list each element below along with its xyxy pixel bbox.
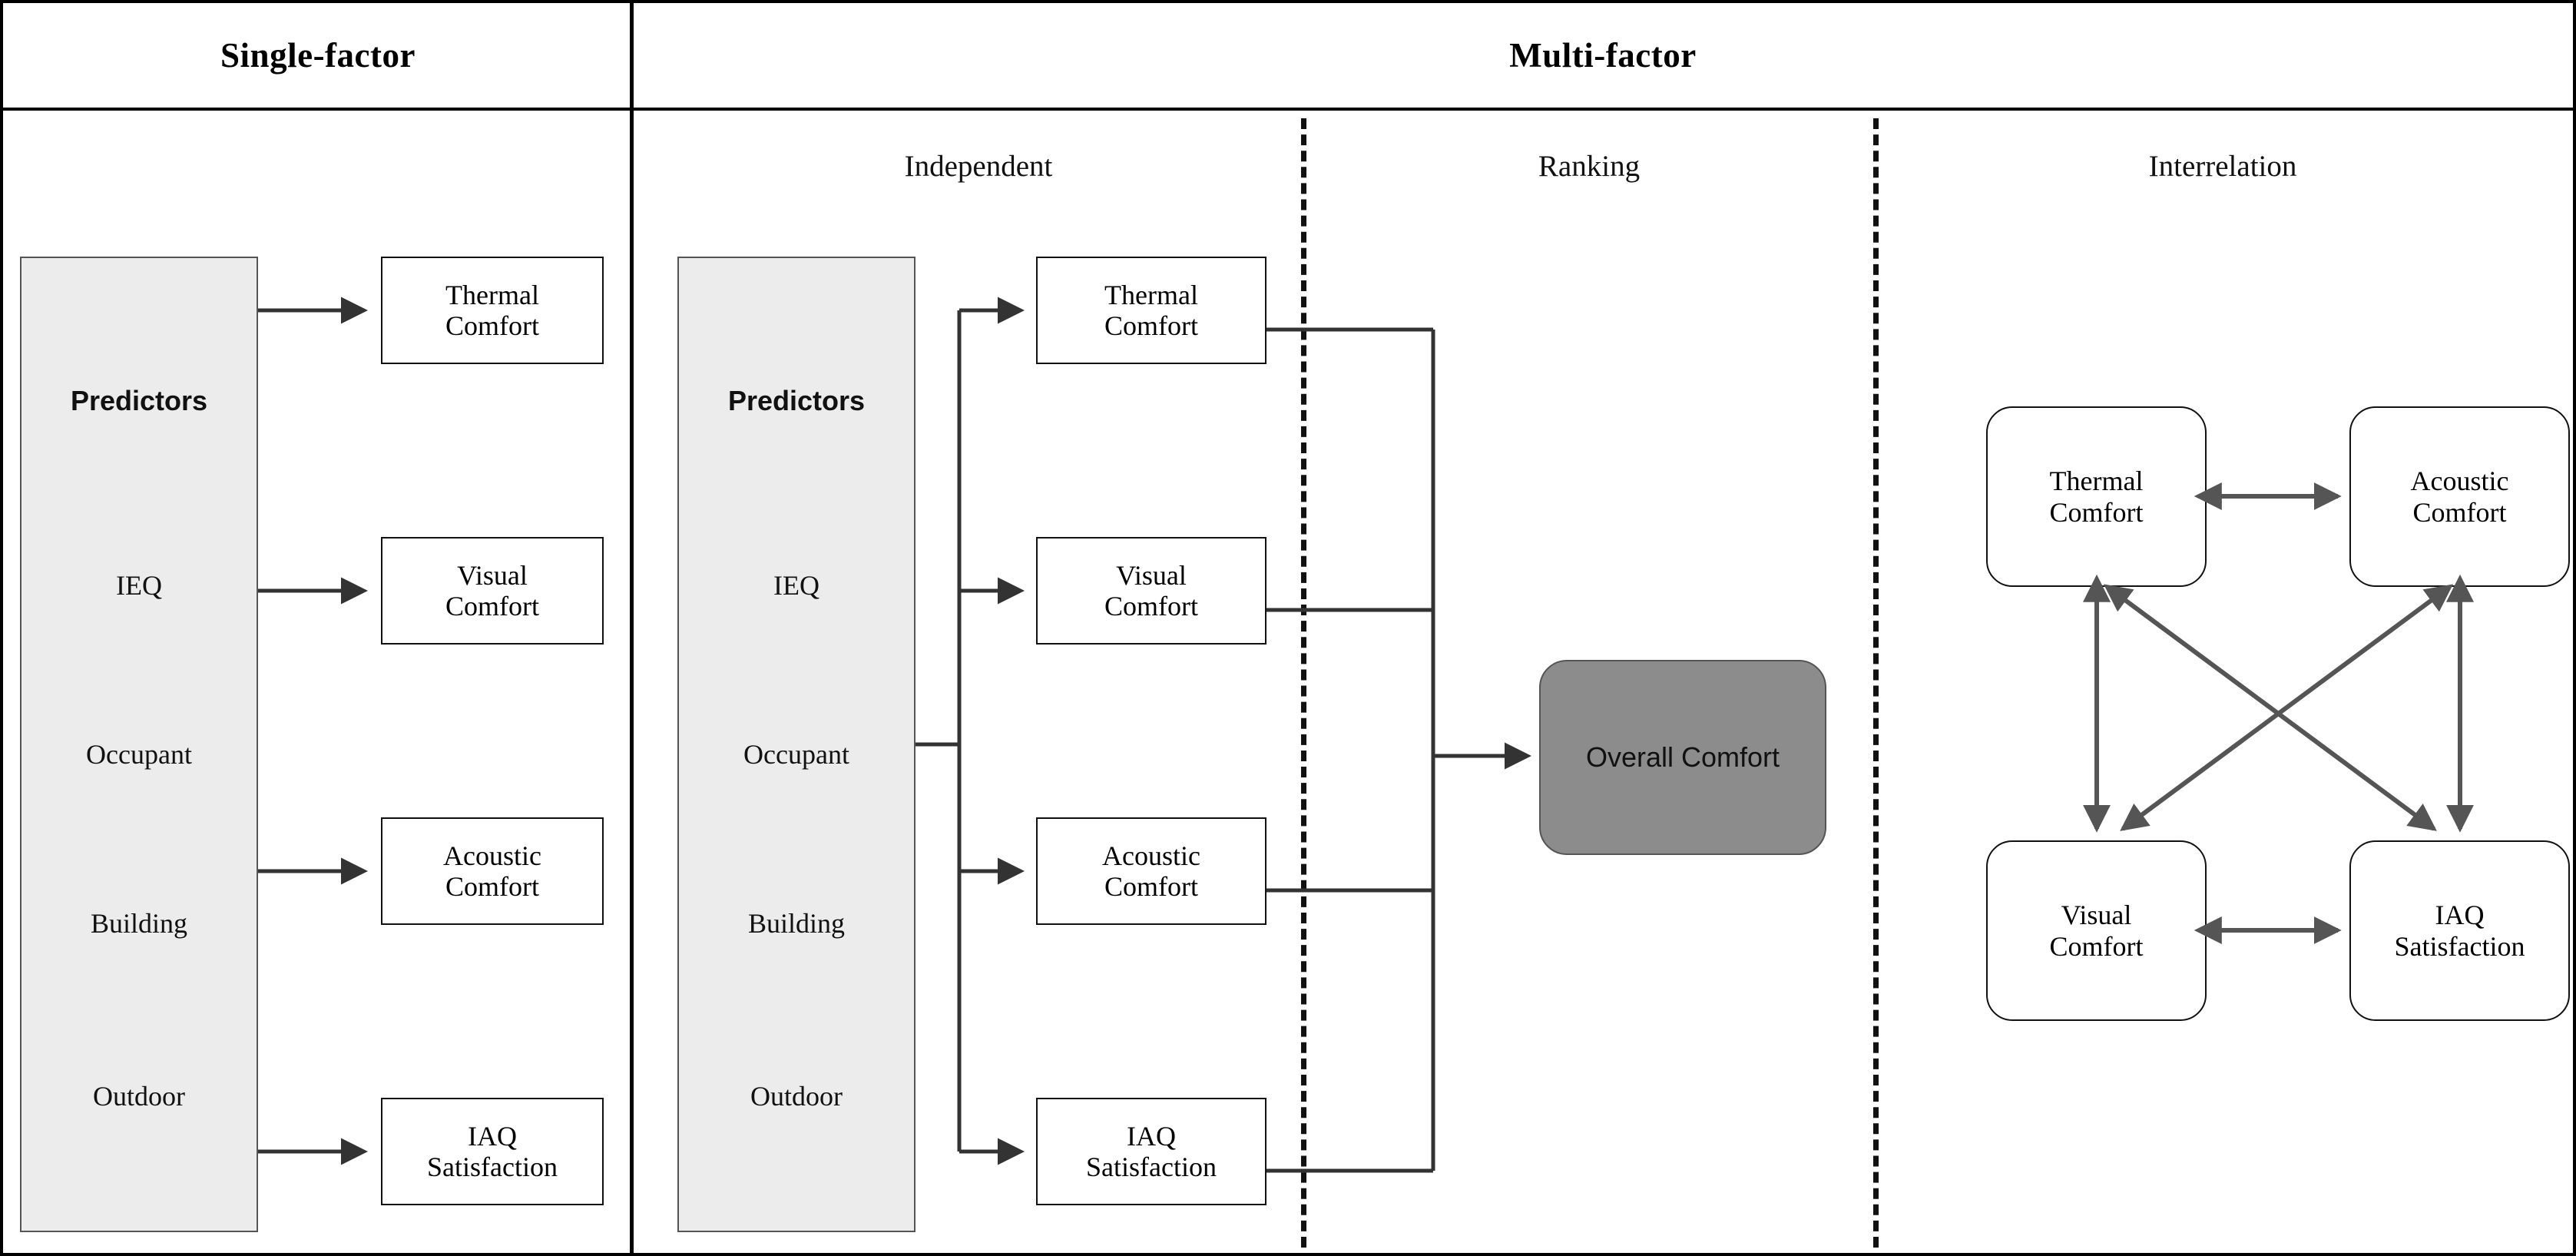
ranking-bus [1266,327,1478,1173]
overall-comfort-label: Overall Comfort [1585,741,1780,773]
node-line2: Comfort [2412,496,2507,528]
outcome-box-visual-comfort-multi: Visual Comfort [1036,537,1266,645]
outcome-line1: Thermal [1104,279,1198,310]
outcome-box-acoustic-comfort-single: Acoustic Comfort [381,817,604,925]
node-line2: Comfort [2049,496,2144,528]
outcome-line2: Comfort [1104,310,1198,341]
node-line1: Acoustic [2410,466,2509,497]
interrelation-node-iaq-satisfaction: IAQ Satisfaction [2349,840,2570,1021]
outcome-box-iaq-satisfaction-single: IAQ Satisfaction [381,1098,604,1205]
dashed-divider-ranking-interrelation [1873,118,1879,1248]
diagram-canvas: Single-factor Multi-factor Independent R… [0,0,2576,1256]
interrelation-node-acoustic-comfort: Acoustic Comfort [2349,406,2570,587]
predictor-item-ieq-single: IEQ [116,570,162,601]
predictor-item-outdoor-single: Outdoor [93,1081,185,1112]
outcome-box-thermal-comfort-single: Thermal Comfort [381,257,604,364]
outcome-box-thermal-comfort-multi: Thermal Comfort [1036,257,1266,364]
predictors-panel-single: Predictors IEQ Occupant Building Outdoor [20,257,258,1232]
outcome-box-visual-comfort-single: Visual Comfort [381,537,604,645]
multi-factor-bus [916,310,962,1152]
outcome-line2: Comfort [445,310,539,341]
outcome-line1: Visual [457,559,528,591]
predictor-item-ieq-multi: IEQ [773,570,819,601]
header-multi-factor: Multi-factor [1509,36,1697,75]
vertical-divider [630,3,634,1253]
header-band: Single-factor Multi-factor [3,3,2573,111]
node-line1: Thermal [2049,466,2144,497]
outcome-line1: Thermal [445,279,539,310]
predictors-title-multi: Predictors [727,385,866,416]
dashed-divider-independent-ranking [1301,118,1306,1248]
arrow-acoustic-visual [2120,584,2454,831]
interrelation-node-visual-comfort: Visual Comfort [1986,840,2207,1021]
subheader-interrelation: Interrelation [2148,150,2297,183]
predictor-item-outdoor-multi: Outdoor [750,1081,843,1112]
predictor-item-building-multi: Building [747,908,846,939]
outcome-line2: Satisfaction [427,1152,558,1182]
outcome-box-iaq-satisfaction-multi: IAQ Satisfaction [1036,1098,1266,1205]
node-line1: IAQ [2435,900,2485,931]
predictor-item-occupant-multi: Occupant [743,739,849,770]
interrelation-node-thermal-comfort: Thermal Comfort [1986,406,2207,587]
outcome-line1: Acoustic [443,840,541,871]
node-line1: Visual [2061,900,2132,931]
predictors-title-single: Predictors [70,385,208,416]
outcome-line2: Comfort [1104,871,1198,902]
subheader-ranking: Ranking [1538,150,1641,183]
multi-factor-arrows [959,297,1025,1165]
header-single-factor: Single-factor [220,36,416,75]
predictor-item-occupant-single: Occupant [86,739,192,770]
node-line2: Comfort [2049,930,2144,962]
single-factor-arrows [258,297,368,1165]
outcome-line2: Comfort [445,591,539,621]
node-line2: Satisfaction [2394,930,2525,962]
outcome-line1: IAQ [468,1120,517,1152]
outcome-line2: Satisfaction [1086,1152,1217,1182]
overall-comfort-node: Overall Comfort [1539,660,1826,855]
outcome-line2: Comfort [445,871,539,902]
predictor-item-building-single: Building [90,908,188,939]
outcome-line1: Acoustic [1102,840,1200,871]
outcome-line1: IAQ [1127,1120,1176,1152]
arrow-thermal-iaq [2103,584,2437,831]
subheader-independent: Independent [904,150,1053,183]
predictors-panel-multi: Predictors IEQ Occupant Building Outdoor [677,257,916,1232]
outcome-box-acoustic-comfort-multi: Acoustic Comfort [1036,817,1266,925]
outcome-line2: Comfort [1104,591,1198,621]
outcome-line1: Visual [1116,559,1187,591]
